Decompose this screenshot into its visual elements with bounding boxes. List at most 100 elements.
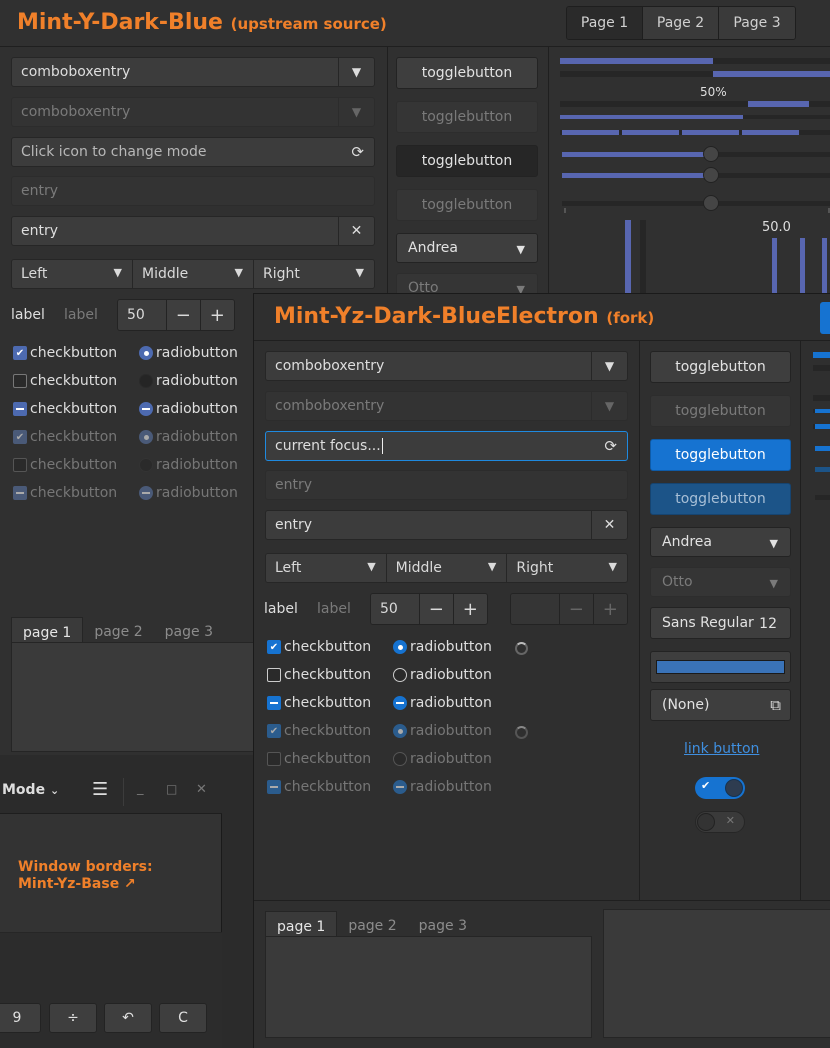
- minus-icon[interactable]: −: [167, 300, 201, 330]
- page-tab-1[interactable]: Page 1: [567, 7, 643, 39]
- togglebutton-active[interactable]: togglebutton: [650, 439, 791, 471]
- font-button[interactable]: Sans Regular 12: [650, 607, 791, 639]
- scale-slider[interactable]: [815, 446, 830, 451]
- segmented-combos: Left ▼ Middle ▼ Right ▼: [11, 259, 375, 289]
- entry-disabled: entry: [265, 470, 628, 500]
- switch-on[interactable]: ✔: [695, 777, 745, 799]
- scale-slider[interactable]: [562, 152, 830, 157]
- togglebutton-disabled: togglebutton: [396, 101, 538, 133]
- checkbutton-unchecked[interactable]: checkbutton: [13, 373, 117, 389]
- chevron-down-icon[interactable]: ▼: [338, 58, 374, 86]
- page-tab-fragment[interactable]: [820, 302, 830, 334]
- checkbutton-unchecked[interactable]: checkbutton: [267, 667, 371, 683]
- progress-bar: [560, 71, 830, 77]
- spin-value[interactable]: 50: [371, 594, 421, 624]
- combo-middle[interactable]: Middle ▼: [133, 260, 254, 288]
- chevron-down-icon[interactable]: ▼: [591, 352, 627, 380]
- check-icon: ✔: [267, 640, 281, 654]
- checkbutton-checked[interactable]: ✔ checkbutton: [267, 639, 371, 655]
- page-tab-2[interactable]: Page 2: [643, 7, 719, 39]
- clear-icon[interactable]: ✕: [591, 511, 627, 539]
- refresh-icon[interactable]: ⟳: [604, 437, 617, 455]
- chevron-down-icon: ▼: [355, 266, 364, 279]
- togglebutton-active[interactable]: togglebutton: [396, 145, 538, 177]
- calc-key-divide[interactable]: ÷: [49, 1003, 97, 1033]
- entry-with-clear[interactable]: entry ✕: [11, 216, 375, 246]
- combo-left[interactable]: Left ▼: [266, 554, 387, 582]
- switch-off[interactable]: ✕: [695, 811, 745, 833]
- mode-entry[interactable]: Click icon to change mode ⟳: [11, 137, 375, 167]
- combo-andrea[interactable]: Andrea ▼: [650, 527, 791, 557]
- combo-andrea[interactable]: Andrea ▼: [396, 233, 538, 263]
- clear-icon[interactable]: ✕: [338, 217, 374, 245]
- spin-value[interactable]: 50: [118, 300, 168, 330]
- scale-slider[interactable]: [562, 173, 830, 178]
- checkbutton-mixed-disabled: checkbutton: [13, 485, 117, 501]
- checkbutton-mixed[interactable]: checkbutton: [267, 695, 371, 711]
- combobox-entry[interactable]: comboboxentry ▼: [265, 351, 628, 381]
- togglebutton[interactable]: togglebutton: [396, 57, 538, 89]
- chevron-down-icon: ▼: [234, 266, 243, 279]
- hamburger-menu-icon[interactable]: ☰: [92, 779, 108, 800]
- combo-right[interactable]: Right ▼: [254, 260, 374, 288]
- window-title: Mint-Yz-Dark-BlueElectron (fork): [274, 304, 655, 329]
- plus-icon[interactable]: +: [200, 300, 234, 330]
- combo-right[interactable]: Right ▼: [507, 554, 627, 582]
- column-divider: [548, 47, 549, 297]
- radiobutton-mixed[interactable]: radiobutton: [393, 695, 492, 711]
- checkbutton-mixed[interactable]: checkbutton: [13, 401, 117, 417]
- progress-bar: [813, 365, 830, 371]
- vertical-scale[interactable]: [800, 238, 805, 295]
- check-icon: ✔: [267, 724, 281, 738]
- plus-icon[interactable]: +: [453, 594, 487, 624]
- link-button[interactable]: link button: [684, 741, 759, 757]
- calc-key-9[interactable]: 9: [0, 1003, 41, 1033]
- radiobutton-unchecked[interactable]: radiobutton: [139, 373, 238, 389]
- spin-button: 50 − +: [370, 593, 488, 625]
- checkbutton-checked-disabled: ✔ checkbutton: [13, 429, 117, 445]
- note-line-2[interactable]: Mint-Yz-Base ↗: [18, 876, 136, 892]
- page-tab-3[interactable]: Page 3: [719, 7, 795, 39]
- minus-icon[interactable]: −: [420, 594, 454, 624]
- calc-key-clear[interactable]: C: [159, 1003, 207, 1033]
- check-icon: ✔: [13, 346, 27, 360]
- minus-icon: −: [560, 594, 594, 624]
- togglebutton[interactable]: togglebutton: [650, 351, 791, 383]
- radiobutton-checked[interactable]: radiobutton: [393, 639, 492, 655]
- color-button[interactable]: [650, 651, 791, 683]
- refresh-icon[interactable]: ⟳: [351, 143, 364, 161]
- spin-button-disabled: − +: [510, 593, 628, 625]
- combobox-entry-disabled: comboboxentry ▼: [11, 97, 375, 127]
- vertical-scale[interactable]: [822, 238, 827, 295]
- entry-disabled: entry: [11, 176, 375, 206]
- slider-handle[interactable]: [703, 146, 719, 162]
- file-chooser-button[interactable]: (None) ⧉: [650, 689, 791, 721]
- radiobutton-mixed-disabled: radiobutton: [393, 779, 492, 795]
- header-divider: [0, 46, 830, 47]
- combobox-entry[interactable]: comboboxentry ▼: [11, 57, 375, 87]
- minimize-icon[interactable]: _: [137, 781, 144, 796]
- checkbutton-unchecked-disabled: checkbutton: [267, 751, 371, 767]
- vertical-progress: [625, 220, 631, 295]
- combo-middle[interactable]: Middle ▼: [386, 554, 508, 582]
- scale-slider[interactable]: [815, 467, 830, 472]
- radiobutton-checked-disabled: radiobutton: [393, 723, 492, 739]
- close-icon[interactable]: ✕: [196, 782, 207, 797]
- maximize-icon[interactable]: □: [166, 782, 177, 796]
- slider-handle[interactable]: [703, 167, 719, 183]
- vertical-scale[interactable]: [772, 238, 777, 295]
- chevron-down-icon: ▼: [367, 560, 376, 573]
- combo-otto: Otto ▼: [650, 567, 791, 597]
- checkbutton-checked[interactable]: ✔ checkbutton: [13, 345, 117, 361]
- focused-entry[interactable]: current focus... ⟳: [265, 431, 628, 461]
- radiobutton-unchecked-disabled: radiobutton: [393, 751, 492, 767]
- checkbutton-checked-disabled: ✔ checkbutton: [267, 723, 371, 739]
- mode-menu[interactable]: Mode ⌄: [2, 782, 59, 798]
- radiobutton-checked[interactable]: radiobutton: [139, 345, 238, 361]
- entry-with-clear[interactable]: entry ✕: [265, 510, 628, 540]
- radiobutton-mixed[interactable]: radiobutton: [139, 401, 238, 417]
- combo-left[interactable]: Left ▼: [12, 260, 133, 288]
- spin-button: 50 − +: [117, 299, 235, 331]
- radiobutton-unchecked[interactable]: radiobutton: [393, 667, 492, 683]
- undo-icon[interactable]: ↶: [104, 1003, 152, 1033]
